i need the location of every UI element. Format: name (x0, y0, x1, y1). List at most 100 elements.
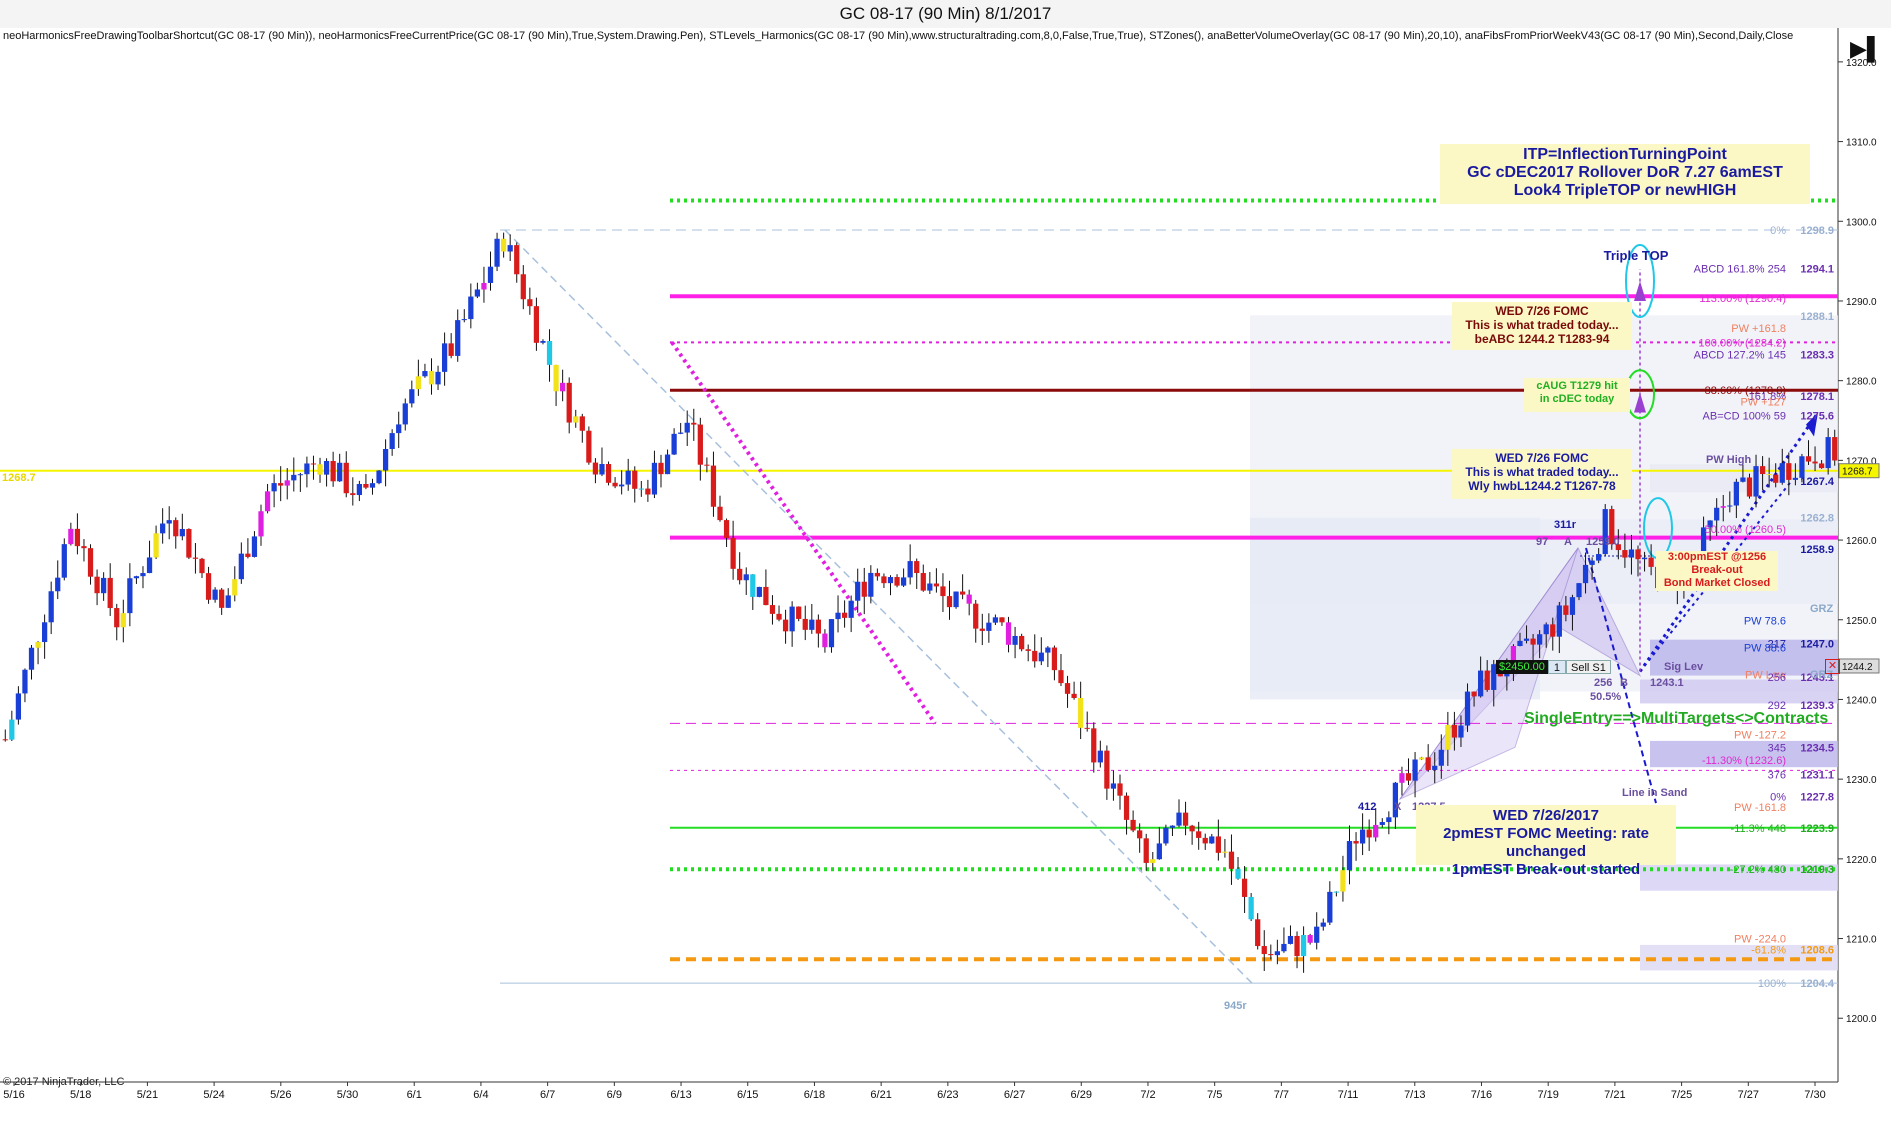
candle-body (1241, 878, 1248, 897)
candle-body (1523, 638, 1530, 641)
candle-body (356, 483, 362, 496)
candle-body (619, 484, 625, 487)
level-label: 345 (1768, 742, 1786, 754)
candle-body (1825, 437, 1831, 469)
candle-body (258, 511, 264, 537)
candle-body (1314, 926, 1320, 943)
time-tick-label: 6/29 (1071, 1089, 1092, 1101)
candle-body (848, 600, 854, 618)
candle-body (127, 578, 133, 614)
level-label: -27.2% 480 (1730, 864, 1786, 876)
candle-body (1373, 824, 1379, 838)
candle-body (1228, 851, 1235, 869)
candle-body (743, 574, 749, 581)
candle-body (1818, 463, 1825, 469)
candle-body (1418, 757, 1425, 760)
candle-body (2, 739, 8, 741)
candle-body (678, 432, 684, 434)
candle-body (1484, 670, 1490, 690)
candle-body (1327, 891, 1333, 923)
candle-body (1740, 477, 1746, 482)
candle-body (763, 586, 769, 606)
itp-note-line: ITP=InflectionTurningPoint (1523, 146, 1727, 163)
candle-body (1025, 649, 1031, 651)
time-tick-label: 6/18 (804, 1089, 825, 1101)
candle-body (264, 491, 271, 512)
position-pnl: $2450.00 (1496, 660, 1548, 674)
play-end-icon[interactable]: ▶▌ (1850, 36, 1883, 62)
candle-body (1130, 819, 1136, 831)
candle-body (959, 591, 966, 595)
fomc-mid-line: This is what traded today... (1465, 465, 1619, 479)
candle-body (317, 464, 323, 475)
candle-body (1320, 922, 1326, 927)
candle-body (225, 595, 231, 608)
time-tick-label: 7/7 (1274, 1089, 1289, 1101)
level-price: 1298.9 (1800, 225, 1834, 237)
candle-body (1746, 477, 1753, 497)
candle-body (1032, 650, 1038, 662)
price-tag-label: 1244.2 (1842, 662, 1873, 673)
candle-body (1766, 474, 1772, 476)
candle-body (789, 606, 795, 632)
candle-body (1248, 896, 1254, 920)
close-note-line: Break-out (1691, 564, 1743, 576)
candle-body (251, 536, 258, 557)
candle-body (232, 579, 238, 596)
fomc-top-line: beABC 1244.2 T1283-94 (1474, 332, 1610, 346)
left-price-label: 1268.7 (2, 472, 36, 484)
time-tick-label: 5/21 (137, 1089, 158, 1101)
level-price: 1219.3 (1800, 864, 1834, 876)
candle-body (22, 669, 28, 694)
candle-body (638, 488, 644, 490)
candle-body (1366, 829, 1372, 838)
candle-body (1300, 934, 1307, 957)
time-tick-label: 5/30 (337, 1089, 358, 1101)
level-label: 50.00% (1260.5) (1705, 524, 1786, 536)
candle-body (1759, 466, 1766, 475)
candle-body (1215, 836, 1221, 853)
candle-body (881, 576, 887, 584)
candle-body (1753, 466, 1759, 497)
candle-body (114, 608, 120, 628)
candle-body (586, 430, 592, 463)
level-price: 1231.1 (1800, 769, 1834, 781)
candle-body (1307, 934, 1313, 943)
candle-body (1648, 557, 1654, 567)
candle-body (1169, 825, 1176, 828)
candle-body (1622, 550, 1628, 558)
level-label: ABCD 127.2% 145 (1694, 349, 1786, 361)
candle-body (966, 594, 972, 604)
level-price: 1288.1 (1800, 311, 1834, 323)
pattern-label: A (1564, 536, 1572, 548)
candle-body (1635, 549, 1641, 560)
candle-body (1202, 837, 1208, 844)
price-tick-label: 1240.0 (1846, 695, 1877, 706)
candle-body (651, 462, 658, 495)
candle-body (120, 613, 126, 628)
caug-line: cAUG T1279 hit (1536, 380, 1618, 392)
candle-body (1005, 622, 1012, 645)
candle-body (179, 528, 185, 537)
price-tick-label: 1280.0 (1846, 377, 1877, 388)
candle-body (61, 544, 67, 578)
candle-body (599, 464, 605, 475)
close-x-icon[interactable]: ✕ (1825, 659, 1840, 674)
candle-body (81, 546, 87, 549)
position-order[interactable]: Sell S1 (1566, 660, 1611, 674)
candle-body (973, 603, 979, 629)
candle-body (140, 573, 146, 577)
level-label: AB=CD 100% 59 (1703, 411, 1786, 423)
single-entry-label: SingleEntry==>MultiTargets<>Contracts (1524, 710, 1829, 727)
position-box[interactable]: $2450.00 1 Sell S1 (1496, 660, 1611, 674)
candle-body (1045, 647, 1051, 653)
candle-body (1727, 505, 1733, 507)
fomc-bottom-line: 2pmEST FOMC Meeting: rate unchanged (1443, 825, 1649, 860)
candle-body (940, 586, 946, 597)
candle-body (441, 343, 448, 372)
price-axis (1838, 28, 1891, 1134)
candle-body (1537, 634, 1543, 645)
pattern-label: X (1394, 801, 1402, 813)
price-tick-label: 1250.0 (1846, 616, 1877, 627)
level-price: 1204.4 (1800, 978, 1835, 990)
